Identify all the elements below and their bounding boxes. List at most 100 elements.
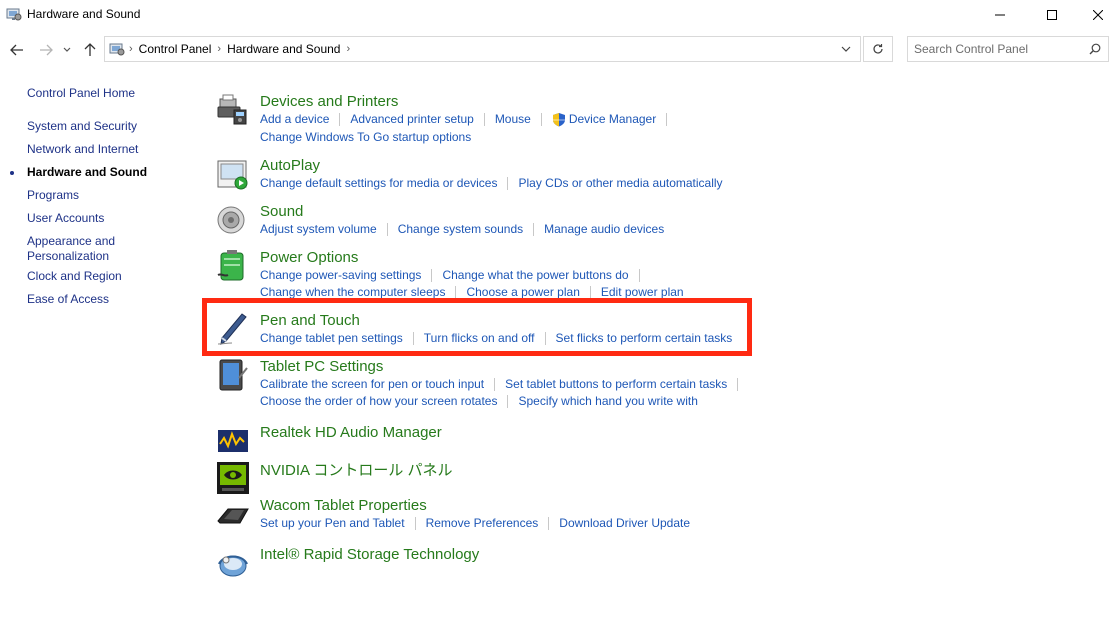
link-change-system-sounds[interactable]: Change system sounds [398, 222, 523, 237]
breadcrumb-hardware-and-sound[interactable]: Hardware and Sound [221, 42, 346, 56]
link-row: Change default settings for media or dev… [260, 176, 723, 191]
sidebar-item-programs[interactable]: Programs [27, 188, 79, 203]
link-specify-writing-hand[interactable]: Specify which hand you write with [518, 394, 697, 409]
divider [339, 113, 341, 126]
link-download-driver-update[interactable]: Download Driver Update [559, 516, 690, 531]
link-play-cds-automatically[interactable]: Play CDs or other media automatically [518, 176, 722, 191]
link-calibrate-the-screen[interactable]: Calibrate the screen for pen or touch in… [260, 377, 484, 392]
link-change-default-settings[interactable]: Change default settings for media or dev… [260, 176, 497, 191]
maximize-icon [1047, 10, 1057, 20]
link-set-up-pen-and-tablet[interactable]: Set up your Pen and Tablet [260, 516, 405, 531]
title-bar: Hardware and Sound [0, 0, 1116, 30]
uac-shield-icon [552, 113, 565, 127]
refresh-button[interactable] [863, 36, 893, 62]
divider [431, 269, 433, 282]
link-set-tablet-buttons[interactable]: Set tablet buttons to perform certain ta… [505, 377, 727, 392]
link-manage-audio-devices[interactable]: Manage audio devices [544, 222, 664, 237]
category-title[interactable]: Tablet PC Settings [260, 358, 383, 376]
category-title[interactable]: NVIDIA コントロール パネル [260, 462, 453, 480]
autoplay-icon [217, 160, 248, 190]
sidebar-item-network-and-internet[interactable]: Network and Internet [27, 142, 138, 157]
search-icon[interactable] [1089, 43, 1101, 55]
divider [414, 517, 416, 530]
minimize-icon [995, 14, 1005, 16]
breadcrumb-separator-icon[interactable]: › [346, 43, 350, 55]
category-title[interactable]: Wacom Tablet Properties [260, 497, 427, 515]
link-mouse[interactable]: Mouse [495, 112, 531, 127]
power-battery-icon [217, 250, 244, 281]
link-change-windows-to-go-startup-options[interactable]: Change Windows To Go startup options [260, 130, 471, 145]
intel-rst-icon [218, 555, 248, 577]
recent-locations-button[interactable] [60, 40, 74, 60]
divider [638, 269, 640, 282]
tablet-icon [219, 359, 248, 391]
search-input[interactable] [914, 41, 1079, 57]
link-change-power-saving-settings[interactable]: Change power-saving settings [260, 268, 421, 283]
chevron-down-icon [841, 46, 850, 52]
refresh-icon [873, 44, 883, 54]
sidebar-item-ease-of-access[interactable]: Ease of Access [27, 292, 109, 307]
link-row: Change power-saving settings Change what… [260, 268, 650, 283]
link-row: Add a device Advanced printer setup Mous… [260, 112, 677, 127]
sidebar-item-clock-and-region[interactable]: Clock and Region [27, 269, 122, 284]
up-arrow-icon [84, 43, 96, 56]
highlight-box [202, 298, 752, 356]
sidebar-item-hardware-and-sound[interactable]: Hardware and Sound [10, 165, 148, 180]
address-bar[interactable]: › Control Panel › Hardware and Sound › [104, 36, 861, 62]
divider [548, 517, 550, 530]
chevron-down-icon [63, 47, 71, 52]
category-title[interactable]: Sound [260, 203, 303, 221]
wacom-tablet-icon [217, 508, 249, 524]
forward-arrow-icon [40, 44, 53, 56]
category-title[interactable]: AutoPlay [260, 157, 320, 175]
close-icon [1093, 10, 1103, 20]
divider [507, 395, 509, 408]
navigation-bar: › Control Panel › Hardware and Sound › [0, 34, 1116, 66]
up-button[interactable] [80, 40, 100, 60]
link-adjust-system-volume[interactable]: Adjust system volume [260, 222, 377, 237]
divider [540, 113, 542, 126]
category-title[interactable]: Intel® Rapid Storage Technology [260, 546, 479, 564]
divider [507, 177, 509, 190]
printer-icon [217, 94, 247, 125]
breadcrumb-control-panel[interactable]: Control Panel [133, 42, 218, 56]
address-dropdown-button[interactable] [831, 36, 861, 62]
control-panel-icon [6, 8, 22, 21]
back-arrow-icon [10, 44, 23, 56]
realtek-audio-icon [218, 430, 248, 452]
sidebar-item-system-and-security[interactable]: System and Security [27, 119, 137, 134]
divider [386, 223, 388, 236]
sidebar-item-label: Hardware and Sound [27, 165, 148, 179]
sidebar-item-appearance[interactable]: Appearance and [27, 234, 115, 249]
link-advanced-printer-setup[interactable]: Advanced printer setup [350, 112, 473, 127]
link-choose-screen-rotation-order[interactable]: Choose the order of how your screen rota… [260, 394, 497, 409]
divider [666, 113, 668, 126]
forward-button[interactable] [36, 40, 56, 60]
category-title[interactable]: Devices and Printers [260, 93, 398, 111]
link-device-manager[interactable]: Device Manager [569, 112, 656, 127]
link-change-power-buttons[interactable]: Change what the power buttons do [442, 268, 628, 283]
breadcrumb: › Control Panel › Hardware and Sound › [129, 42, 350, 56]
category-title[interactable]: Realtek HD Audio Manager [260, 424, 442, 442]
back-button[interactable] [7, 40, 27, 60]
close-button[interactable] [1075, 0, 1116, 30]
minimize-button[interactable] [977, 0, 1023, 30]
search-box[interactable] [907, 36, 1109, 62]
divider [533, 223, 535, 236]
control-panel-icon [109, 43, 125, 56]
speaker-icon [217, 206, 245, 234]
link-remove-preferences[interactable]: Remove Preferences [426, 516, 539, 531]
maximize-button[interactable] [1029, 0, 1075, 30]
category-title[interactable]: Power Options [260, 249, 358, 267]
sidebar-item-personalization[interactable]: Personalization [27, 249, 109, 264]
link-row: Choose the order of how your screen rota… [260, 394, 698, 409]
link-row: Calibrate the screen for pen or touch in… [260, 377, 748, 392]
link-row: Set up your Pen and Tablet Remove Prefer… [260, 516, 690, 531]
link-add-a-device[interactable]: Add a device [260, 112, 329, 127]
link-row: Change Windows To Go startup options [260, 130, 471, 145]
link-row: Adjust system volume Change system sound… [260, 222, 664, 237]
current-page-bullet-icon [10, 171, 14, 175]
sidebar-item-user-accounts[interactable]: User Accounts [27, 211, 104, 226]
sidebar-item-control-panel-home[interactable]: Control Panel Home [27, 86, 135, 101]
window-title: Hardware and Sound [27, 7, 141, 21]
